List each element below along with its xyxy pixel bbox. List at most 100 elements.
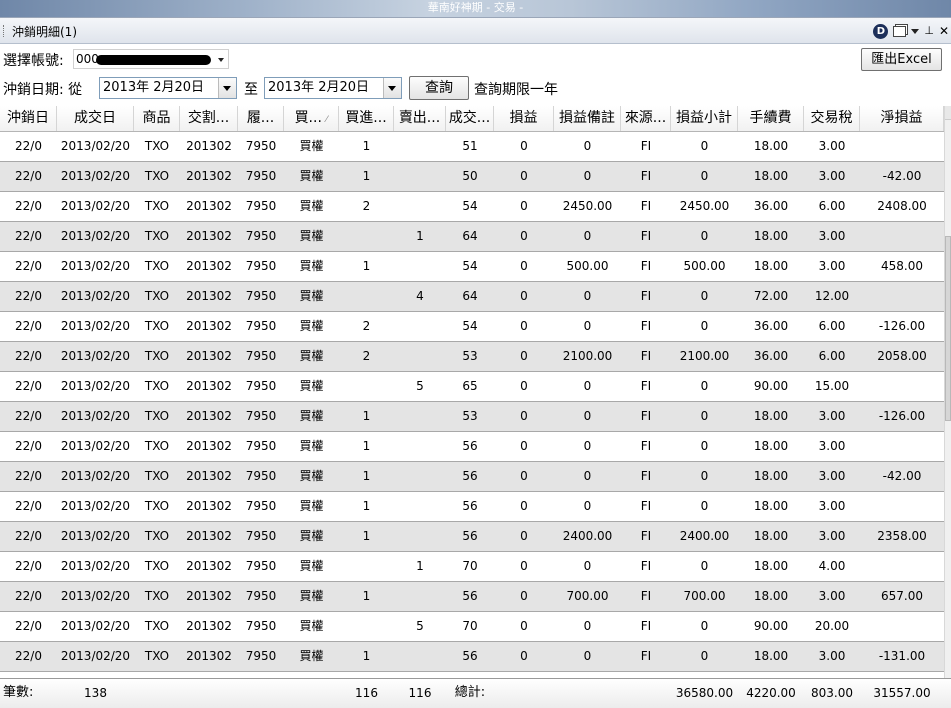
table-cell: 0 bbox=[583, 469, 592, 483]
table-cell: 3.00 bbox=[818, 259, 846, 273]
table-cell: 0 bbox=[700, 409, 709, 423]
grip-handle-icon[interactable] bbox=[3, 25, 7, 37]
table-row[interactable]: 22/0 2013/02/20 TXO 201302 7950 買權 5 70 0 0 FI 0 90.… bbox=[0, 612, 944, 642]
column-header[interactable]: 手續費 bbox=[738, 106, 804, 131]
table-row[interactable]: 22/0 2013/02/20 TXO 201302 7950 買權 2 54 0 2450.00… bbox=[0, 192, 944, 222]
settlement-table: 沖銷日 成交日 商品 交割... 履... 買... ⁄ 買進... 賣出... 成交... 損益 損… bbox=[0, 106, 944, 672]
column-header[interactable]: 商品 bbox=[134, 106, 180, 131]
calendar-dropdown-icon[interactable] bbox=[218, 78, 236, 98]
dropdown-arrow-icon[interactable] bbox=[911, 28, 920, 34]
table-cell: 2013/02/20 bbox=[60, 169, 131, 183]
table-row[interactable]: 22/0 2013/02/20 TXO 201302 7950 買權 1 56 0 0 FI 0 18.… bbox=[0, 642, 944, 672]
table-row[interactable]: 22/0 2013/02/20 TXO 201302 7950 買權 1 64 0 0 FI 0 18.… bbox=[0, 222, 944, 252]
table-cell: TXO bbox=[144, 559, 170, 573]
column-header-label: 手續費 bbox=[749, 110, 792, 126]
date-to-picker[interactable]: 2013年 2月20日 bbox=[264, 77, 402, 99]
float-window-icon[interactable] bbox=[893, 25, 907, 37]
table-row[interactable]: 22/0 2013/02/20 TXO 201302 7950 買權 1 56 0 0 FI 0 18.… bbox=[0, 462, 944, 492]
table-cell: 2013/02/20 bbox=[60, 199, 131, 213]
table-row[interactable]: 22/0 2013/02/20 TXO 201302 7950 買權 1 50 0 0 FI 0 18.… bbox=[0, 162, 944, 192]
table-cell: 0 bbox=[700, 469, 709, 483]
column-header[interactable]: 沖銷日 bbox=[0, 106, 57, 131]
column-header-label: 來源... bbox=[624, 110, 667, 126]
table-row[interactable]: 22/0 2013/02/20 TXO 201302 7950 買權 1 56 0 0 FI 0 18.… bbox=[0, 432, 944, 462]
table-row[interactable]: 22/0 2013/02/20 TXO 201302 7950 買權 1 56 0 0 FI 0 18.… bbox=[0, 492, 944, 522]
table-cell: 5 bbox=[416, 619, 424, 633]
table-row[interactable]: 22/0 2013/02/20 TXO 201302 7950 買權 1 51 0 0 FI 0 18.… bbox=[0, 132, 944, 162]
table-cell: 0 bbox=[520, 529, 528, 543]
table-row[interactable]: 22/0 2013/02/20 TXO 201302 7950 買權 4 64 0 0 FI 0 72.… bbox=[0, 282, 944, 312]
table-cell: 64 bbox=[462, 289, 478, 303]
table-cell: TXO bbox=[144, 199, 170, 213]
table-cell: 22/0 bbox=[15, 349, 42, 363]
column-header[interactable]: 交割... bbox=[180, 106, 238, 131]
export-excel-button[interactable]: 匯出Excel bbox=[861, 48, 942, 71]
column-header[interactable]: 損益小計 bbox=[671, 106, 738, 131]
count-label: 筆數: bbox=[3, 685, 34, 700]
count-value: 138 bbox=[84, 686, 107, 700]
table-cell: 0 bbox=[583, 379, 592, 393]
table-cell: 18.00 bbox=[753, 259, 789, 273]
table-cell: 201302 bbox=[186, 619, 232, 633]
table-cell: 0 bbox=[700, 559, 709, 573]
table-cell: FI bbox=[640, 259, 652, 273]
table-cell: 0 bbox=[520, 589, 528, 603]
table-cell: 22/0 bbox=[15, 289, 42, 303]
table-row[interactable]: 22/0 2013/02/20 TXO 201302 7950 買權 5 65 0 0 FI 0 90.… bbox=[0, 372, 944, 402]
table-row[interactable]: 22/0 2013/02/20 TXO 201302 7950 買權 2 53 0 2100.00… bbox=[0, 342, 944, 372]
date-from-picker[interactable]: 2013年 2月20日 bbox=[99, 77, 237, 99]
date-label: 沖銷日期: 從 bbox=[3, 82, 83, 98]
panel-controls: D ⊥ ✕ bbox=[873, 23, 949, 39]
table-cell: 201302 bbox=[186, 499, 232, 513]
table-cell: 7950 bbox=[245, 349, 277, 363]
table-cell: 1 bbox=[362, 259, 371, 273]
table-row[interactable]: 22/0 2013/02/20 TXO 201302 7950 買權 2 54 0 0 FI 0 36.… bbox=[0, 312, 944, 342]
column-header[interactable]: 賣出... bbox=[394, 106, 446, 131]
table-cell: 0 bbox=[520, 199, 528, 213]
table-cell: 4 bbox=[416, 289, 424, 303]
table-cell: 3.00 bbox=[818, 529, 846, 543]
column-header-label: 履... bbox=[246, 110, 275, 126]
table-row[interactable]: 22/0 2013/02/20 TXO 201302 7950 買權 1 53 0 0 FI 0 18.… bbox=[0, 402, 944, 432]
column-header[interactable]: 買... ⁄ bbox=[284, 106, 339, 131]
date-from-value: 2013年 2月20日 bbox=[103, 80, 205, 95]
column-header[interactable]: 成交... bbox=[446, 106, 494, 131]
table-cell: 458.00 bbox=[881, 259, 923, 273]
table-cell: FI bbox=[640, 469, 652, 483]
column-header[interactable]: 交易稅 bbox=[804, 106, 860, 131]
column-header[interactable]: 損益備註 bbox=[554, 106, 621, 131]
table-cell bbox=[394, 642, 446, 671]
table-cell: TXO bbox=[144, 439, 170, 453]
table-cell bbox=[394, 582, 446, 611]
table-cell: 7950 bbox=[245, 439, 277, 453]
table-cell: 201302 bbox=[186, 559, 232, 573]
table-row[interactable]: 22/0 2013/02/20 TXO 201302 7950 買權 1 56 0 2400.00… bbox=[0, 522, 944, 552]
table-cell: 0 bbox=[700, 619, 709, 633]
query-button[interactable]: 查詢 bbox=[409, 76, 469, 100]
vertical-scrollbar[interactable] bbox=[944, 106, 951, 678]
column-header-label: 賣出... bbox=[398, 110, 441, 126]
scroll-up-icon[interactable] bbox=[945, 106, 951, 120]
total-label: 總計: bbox=[454, 685, 486, 700]
table-row[interactable]: 22/0 2013/02/20 TXO 201302 7950 買權 1 54 0 500.00 F… bbox=[0, 252, 944, 282]
table-row[interactable]: 22/0 2013/02/20 TXO 201302 7950 買權 1 70 0 0 FI 0 18.… bbox=[0, 552, 944, 582]
close-icon[interactable]: ✕ bbox=[939, 24, 949, 38]
table-cell: 7950 bbox=[245, 409, 277, 423]
table-cell: TXO bbox=[144, 649, 170, 663]
table-cell: 0 bbox=[700, 649, 709, 663]
column-header[interactable]: 成交日 bbox=[57, 106, 134, 131]
calendar-dropdown-icon[interactable] bbox=[383, 78, 401, 98]
account-select[interactable]: 000 bbox=[73, 49, 229, 69]
pin-icon[interactable]: ⊥ bbox=[924, 24, 934, 38]
column-header[interactable]: 買進... bbox=[339, 106, 394, 131]
table-cell: 2013/02/20 bbox=[60, 649, 131, 663]
scrollbar-thumb[interactable] bbox=[945, 236, 951, 421]
column-header[interactable]: 來源... bbox=[621, 106, 671, 131]
app-logo-icon[interactable]: D bbox=[873, 23, 889, 39]
table-cell: TXO bbox=[144, 319, 170, 333]
table-row[interactable]: 22/0 2013/02/20 TXO 201302 7950 買權 1 56 0 700.00 F… bbox=[0, 582, 944, 612]
column-header[interactable]: 淨損益 bbox=[860, 106, 944, 131]
column-header[interactable]: 履... bbox=[238, 106, 284, 131]
column-header[interactable]: 損益 bbox=[494, 106, 554, 131]
column-header-label: 淨損益 bbox=[880, 110, 923, 126]
